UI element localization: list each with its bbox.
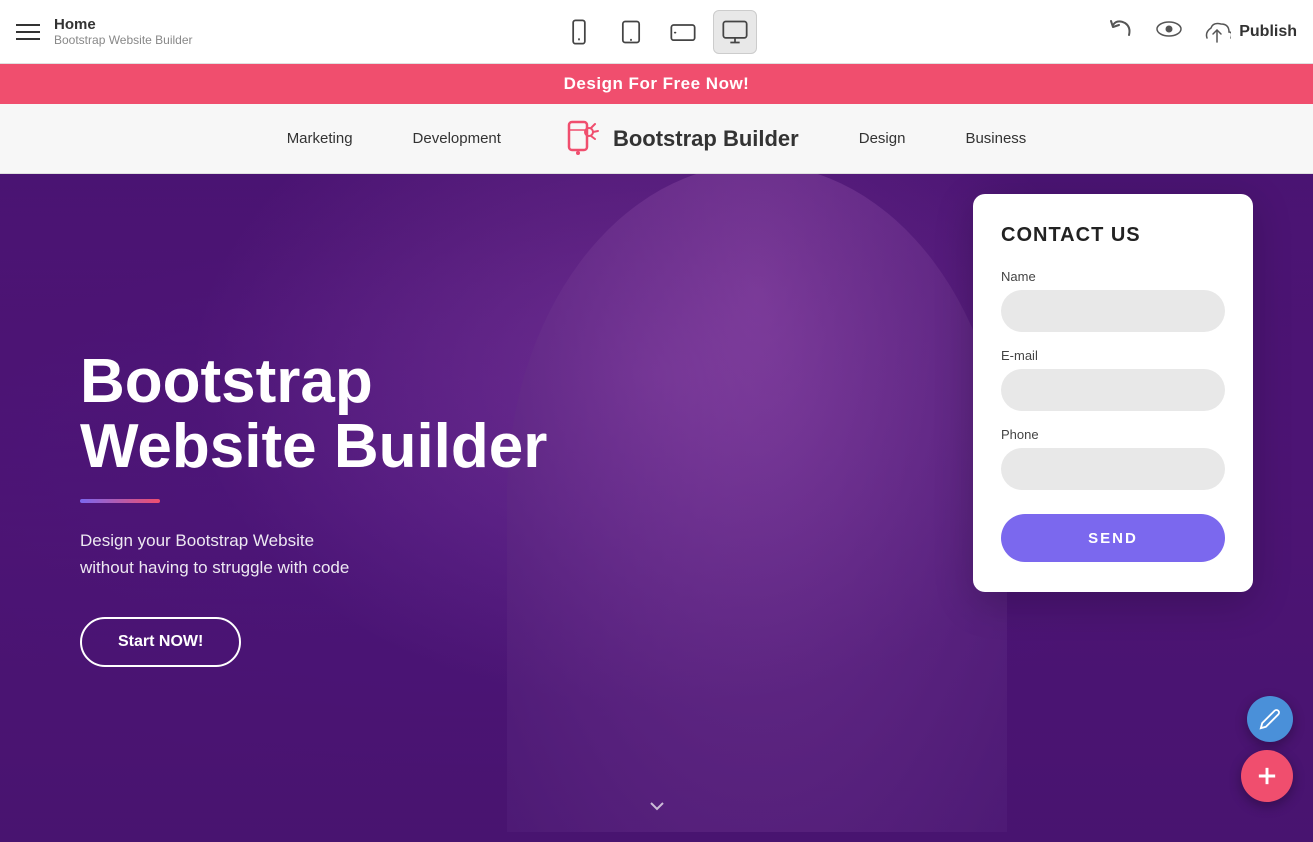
desktop-device-button[interactable] [713,10,757,54]
device-switcher [216,10,1097,54]
nav-design[interactable]: Design [859,130,906,147]
mobile-device-button[interactable] [557,10,601,54]
hero-title-line2: Website Builder [80,412,547,481]
nav-development[interactable]: Development [413,130,501,147]
email-input[interactable] [1001,369,1225,411]
name-label: Name [1001,269,1225,284]
hero-cta-button[interactable]: Start NOW! [80,617,241,667]
site-navbar: Marketing Development Bootstrap Builder … [0,104,1313,174]
phone-input[interactable] [1001,448,1225,490]
promo-text: Design For Free Now! [564,74,750,93]
name-field-group: Name [1001,269,1225,332]
tablet-device-button[interactable] [609,10,653,54]
home-label: Home [54,16,193,33]
phone-field-group: Phone [1001,427,1225,490]
contact-title: CONTACT US [1001,224,1225,247]
add-fab-button[interactable] [1241,750,1293,802]
logo-text: Bootstrap Builder [613,126,799,152]
hero-title-line1: Bootstrap [80,347,373,416]
undo-button[interactable] [1107,17,1135,47]
tablet-landscape-device-button[interactable] [661,10,705,54]
publish-button[interactable]: Publish [1203,20,1297,44]
email-label: E-mail [1001,348,1225,363]
hero-subtitle: Design your Bootstrap Websitewithout hav… [80,527,547,581]
toolbar: Home Bootstrap Website Builder [0,0,1313,64]
nav-business[interactable]: Business [965,130,1026,147]
site-logo: Bootstrap Builder [561,118,799,160]
email-field-group: E-mail [1001,348,1225,411]
name-input[interactable] [1001,290,1225,332]
promo-banner[interactable]: Design For Free Now! [0,64,1313,104]
edit-fab-button[interactable] [1247,696,1293,742]
toolbar-right: Publish [1097,17,1297,47]
nav-marketing[interactable]: Marketing [287,130,353,147]
toolbar-title: Home Bootstrap Website Builder [54,16,193,47]
toolbar-subtitle: Bootstrap Website Builder [54,33,193,47]
preview-button[interactable] [1155,18,1183,45]
hero-title: Bootstrap Website Builder [80,349,547,479]
hero-content: Bootstrap Website Builder Design your Bo… [0,349,627,668]
hero-divider [80,499,160,503]
hero-section: Bootstrap Website Builder Design your Bo… [0,174,1313,842]
send-button[interactable]: SEND [1001,514,1225,562]
scroll-indicator [645,794,669,818]
publish-label: Publish [1239,23,1297,41]
hamburger-menu[interactable] [16,24,40,40]
toolbar-left: Home Bootstrap Website Builder [16,16,216,47]
phone-label: Phone [1001,427,1225,442]
contact-card: CONTACT US Name E-mail Phone SEND [973,194,1253,592]
